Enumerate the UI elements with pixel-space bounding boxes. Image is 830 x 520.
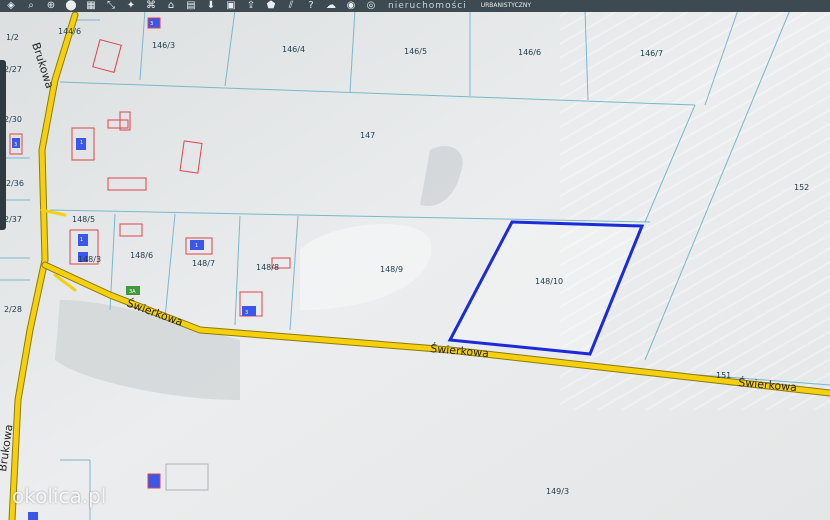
home-icon[interactable]: ⌂	[164, 0, 178, 12]
parcel-label: 148/7	[192, 259, 215, 268]
point-icon[interactable]: ✦	[124, 0, 138, 12]
parcel-label: 146/3	[152, 41, 175, 50]
building-label: 1	[195, 243, 198, 249]
measure-icon[interactable]: ⤡	[104, 0, 118, 12]
building-label: 3	[14, 142, 17, 148]
info-icon[interactable]: ?	[304, 0, 318, 12]
link-icon[interactable]: ⌘	[144, 0, 158, 12]
parcel-label: 2/27	[4, 65, 22, 74]
parcel-label: 2/28	[4, 305, 22, 314]
parcel-label: 2/30	[4, 115, 22, 124]
search-icon[interactable]: ⌕	[24, 0, 38, 12]
parcel-label: 147	[360, 131, 375, 140]
building-label: 3	[245, 310, 248, 316]
photo-icon[interactable]: ▣	[224, 0, 238, 12]
parcel-label: 148/3	[78, 255, 101, 264]
toolbar-title: nieruchomości	[388, 1, 467, 11]
parcel-label: 2/37	[4, 215, 22, 224]
field-texture	[560, 10, 830, 410]
parcel-label: 144/6	[58, 27, 81, 36]
save-icon[interactable]: ⬇	[204, 0, 218, 12]
building-label: 1	[80, 140, 83, 146]
parcel-label: 146/7	[640, 49, 663, 58]
building-label: 3	[150, 21, 153, 27]
parcel-label: 146/4	[282, 45, 305, 54]
building-label: 1	[80, 237, 83, 243]
sidebar-handle[interactable]	[0, 60, 6, 230]
parcel-label: 148/10	[535, 277, 563, 286]
toolbar-subtitle: URBANISTYCZNY	[480, 2, 532, 9]
layers-icon[interactable]: ◈	[4, 0, 18, 12]
map-canvas[interactable]: 3A 3 1 3 1 3 1 144/6 146/3 146/4 146/5 1…	[0, 0, 830, 520]
cloud-icon[interactable]: ☁	[324, 0, 338, 12]
parcel-label: 148/8	[256, 263, 279, 272]
parcel-label: 146/5	[404, 47, 427, 56]
parcel-label: 151	[716, 371, 731, 380]
green-marker-label: 3A	[129, 289, 136, 295]
map-toolbar: ◈ ⌕ ⊕ ⬤ ▦ ⤡ ✦ ⌘ ⌂ ▤ ⬇ ▣ ⇪ ⬟ ⫽ ? ☁ ◉ ◎ ni…	[0, 0, 830, 12]
globe-icon[interactable]: ◎	[364, 0, 378, 12]
parcel-label: 149/3	[546, 487, 569, 496]
chart-icon[interactable]: ⫽	[284, 0, 298, 12]
pin-icon[interactable]: ◉	[344, 0, 358, 12]
print-icon[interactable]: ▦	[84, 0, 98, 12]
parcel-label: 1/2	[6, 33, 19, 42]
zoom-icon[interactable]: ⊕	[44, 0, 58, 12]
parcel-label: 148/9	[380, 265, 403, 274]
draw-icon[interactable]: ⬟	[264, 0, 278, 12]
print2-icon[interactable]: ▤	[184, 0, 198, 12]
parcel-label: 2/36	[6, 179, 24, 188]
parcel-label: 148/5	[72, 215, 95, 224]
watermark: okolica.pl	[12, 484, 107, 508]
parcel-label: 146/6	[518, 48, 541, 57]
marker-icon[interactable]: ⬤	[64, 0, 78, 12]
share-icon[interactable]: ⇪	[244, 0, 258, 12]
parcel-label: 148/6	[130, 251, 153, 260]
parcel-label: 152	[794, 183, 809, 192]
